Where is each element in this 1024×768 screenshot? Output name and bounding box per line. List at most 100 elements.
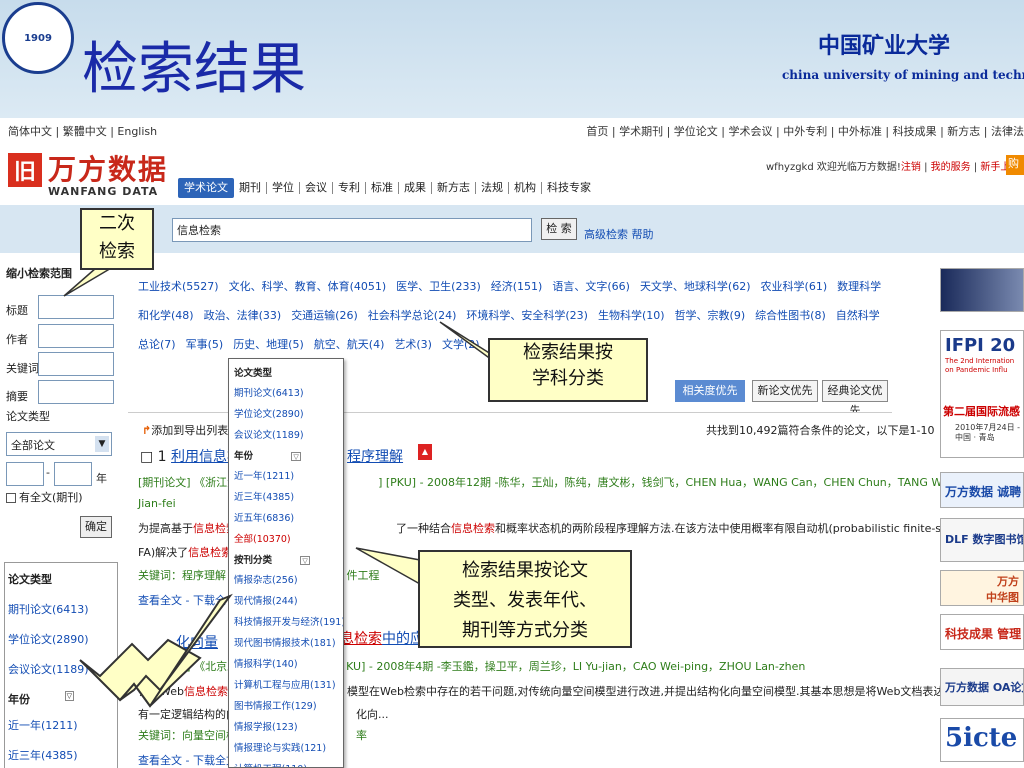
tab-experts[interactable]: 科技专家 [542,182,596,194]
subject-category-link[interactable]: 艺术(3) [394,338,432,351]
popup-journal-item[interactable]: 情报杂志(256) [234,572,338,586]
popup-type-item[interactable]: 学位论文(2890) [234,406,338,420]
subject-category-link[interactable]: 综合性图书(8) [755,309,826,322]
popup-journal-item[interactable]: 计算机工程(110) [234,761,338,767]
popup-journal-item[interactable]: 图书情报工作(129) [234,698,338,712]
subject-category-link[interactable]: 哲学、宗教(9) [675,309,746,322]
abstract-field[interactable] [38,380,114,404]
result-count: 共找到10,492篇符合条件的论文，以下是1-10 [706,424,935,437]
doctype-value: 全部论文 [11,439,55,452]
subject-category-link[interactable]: 社会科学总论(24) [368,309,457,322]
year-from-field[interactable] [6,462,44,486]
facet-item[interactable]: 学位论文(2890) [8,631,114,647]
tab-local-chronicle[interactable]: 新方志 [432,182,476,194]
popup-year-item[interactable]: 近三年(4385) [234,489,338,503]
popup-journal-item[interactable]: 情报学报(123) [234,719,338,733]
top-navigation[interactable]: 首页 | 学术期刊 | 学位论文 | 学术会议 | 中外专利 | 中外标准 | … [586,123,1024,139]
popup-journal-item[interactable]: 情报理论与实践(121) [234,740,338,754]
expand-icon[interactable]: ▽ [64,691,74,701]
tab-degree[interactable]: 学位 [267,182,300,194]
result-2-title-left[interactable]: 化向量 [176,632,218,652]
callout-line: 学科分类 [532,368,604,389]
ad-5icte[interactable]: 5icte [940,718,1024,762]
result-1-links[interactable]: 查看全文 - 下载全 [138,592,226,608]
facet-year-item[interactable]: 近一年(1211) [8,717,114,733]
tab-achievement[interactable]: 成果 [399,182,432,194]
author-field[interactable] [38,324,114,348]
subject-category-link[interactable]: 航空、航天(4) [314,338,385,351]
year-to-field[interactable] [54,462,92,486]
tab-academic-papers[interactable]: 学术论文 [178,178,234,198]
year-heading-text: 年份 [8,693,30,706]
popup-type-item[interactable]: 期刊论文(6413) [234,385,338,399]
confirm-button[interactable]: 确定 [80,516,112,538]
sort-relevance-button[interactable]: 相关度优先 [675,380,745,402]
facet-item[interactable]: 期刊论文(6413) [8,601,114,617]
popup-journal-item[interactable]: 科技情报开发与经济(191) [234,614,343,628]
facet-year-heading: 年份 ▽ [8,691,114,707]
logout-link[interactable]: 注销 [901,162,921,173]
my-service-link[interactable]: 我的服务 [931,162,971,173]
expand-icon[interactable]: ▽ [291,452,302,461]
title-field[interactable] [38,295,114,319]
ad-kejichengguo[interactable]: 科技成果 管理 [940,614,1024,650]
purchase-button[interactable]: 购 [1006,155,1024,175]
callout-line: 类型、发表年代、 [453,590,597,611]
popup-journal-item[interactable]: 现代图书情报技术(181) [234,635,338,649]
subject-category-link[interactable]: 交通运输(26) [291,309,358,322]
ad-dlf[interactable]: DLF 数字图书馆 [940,518,1024,562]
database-tabs: 学术论文 期刊 学位 会议 专利 标准 成果 新方志 法规 机构 科技专家 [178,178,596,198]
result-2-links[interactable]: 查看全文 - 下载全文 [138,752,237,768]
popup-journal-item[interactable]: 情报科学(140) [234,656,338,670]
popup-journal-item[interactable]: 计算机工程与应用(131) [234,677,338,691]
slide-title: 检索结果 [82,37,306,102]
ad-oa[interactable]: 万方数据 OA论文托管 [940,668,1024,706]
subject-category-link[interactable]: 经济(151) [491,280,543,293]
tab-standard[interactable]: 标准 [366,182,399,194]
subject-category-link[interactable]: 文化、科学、教育、体育(4051) [229,280,387,293]
tab-law[interactable]: 法规 [476,182,509,194]
language-switcher[interactable]: 简体中文 | 繁體中文 | English [8,123,157,139]
facet-item[interactable]: 会议论文(1189) [8,661,114,677]
ad-wanfang-recruit[interactable]: 万方数据 诚聘 [940,472,1024,508]
popup-year-item[interactable]: 近一年(1211) [234,468,338,482]
ifpi-date: 2010年7月24日 - 2 中国 · 青岛 [955,423,1023,443]
subject-category-link[interactable]: 军事(5) [186,338,224,351]
subject-category-link[interactable]: 历史、地理(5) [233,338,304,351]
search-input[interactable]: 信息检索 [172,218,532,242]
subject-category-link[interactable]: 医学、卫生(233) [396,280,481,293]
popup-journal-item[interactable]: 现代情报(244) [234,593,338,607]
popup-year-item[interactable]: 近五年(6836) [234,510,338,524]
fulltext-checkbox[interactable]: 有全文(期刊) [6,489,83,505]
ad-ifpi[interactable]: IFPI 20 The 2nd Internation on Pandemic I… [940,330,1024,458]
popup-all-item[interactable]: 全部(10370) [234,531,338,545]
subject-category-link[interactable]: 文学(2) [442,338,480,351]
subject-category-link[interactable]: 环境科学、安全科学(23) [466,309,588,322]
subject-category-link[interactable]: 生物科学(10) [598,309,665,322]
tab-patent[interactable]: 专利 [333,182,366,194]
export-link[interactable]: ↱添加到导出列表 / [142,422,235,438]
university-name-cn: 中国矿业大学 [818,34,951,59]
advanced-search-link[interactable]: 高级检索 [584,228,628,241]
search-button[interactable]: 检 索 [541,218,577,240]
popup-type-item[interactable]: 会议论文(1189) [234,427,338,441]
sort-new-button[interactable]: 新论文优先 [752,380,818,402]
subject-category-link[interactable]: 政治、法律(33) [204,309,282,322]
doctype-select[interactable]: 全部论文 ▼ [6,432,112,456]
ad-banner-1[interactable] [940,268,1024,312]
subject-category-link[interactable]: 工业技术(5527) [138,280,219,293]
pdf-icon[interactable]: ▲ [418,444,432,460]
sort-classic-button[interactable]: 经典论文优先 [822,380,888,417]
subject-category-link[interactable]: 语言、文字(66) [552,280,630,293]
keyword-field[interactable] [38,352,114,376]
facet-year-item[interactable]: 近三年(4385) [8,747,114,763]
subject-category-link[interactable]: 天文学、地球科学(62) [640,280,751,293]
ad-zhonghua[interactable]: 万方 中华图 [940,570,1024,606]
tab-conference[interactable]: 会议 [300,182,333,194]
subject-category-link[interactable]: 农业科学(61) [761,280,828,293]
help-link[interactable]: 帮助 [632,228,654,241]
expand-icon[interactable]: ▽ [300,556,311,565]
tab-institution[interactable]: 机构 [509,182,542,194]
result-2-title[interactable]: 息检索中的应 [340,628,424,648]
tab-journals[interactable]: 期刊 [234,182,267,194]
